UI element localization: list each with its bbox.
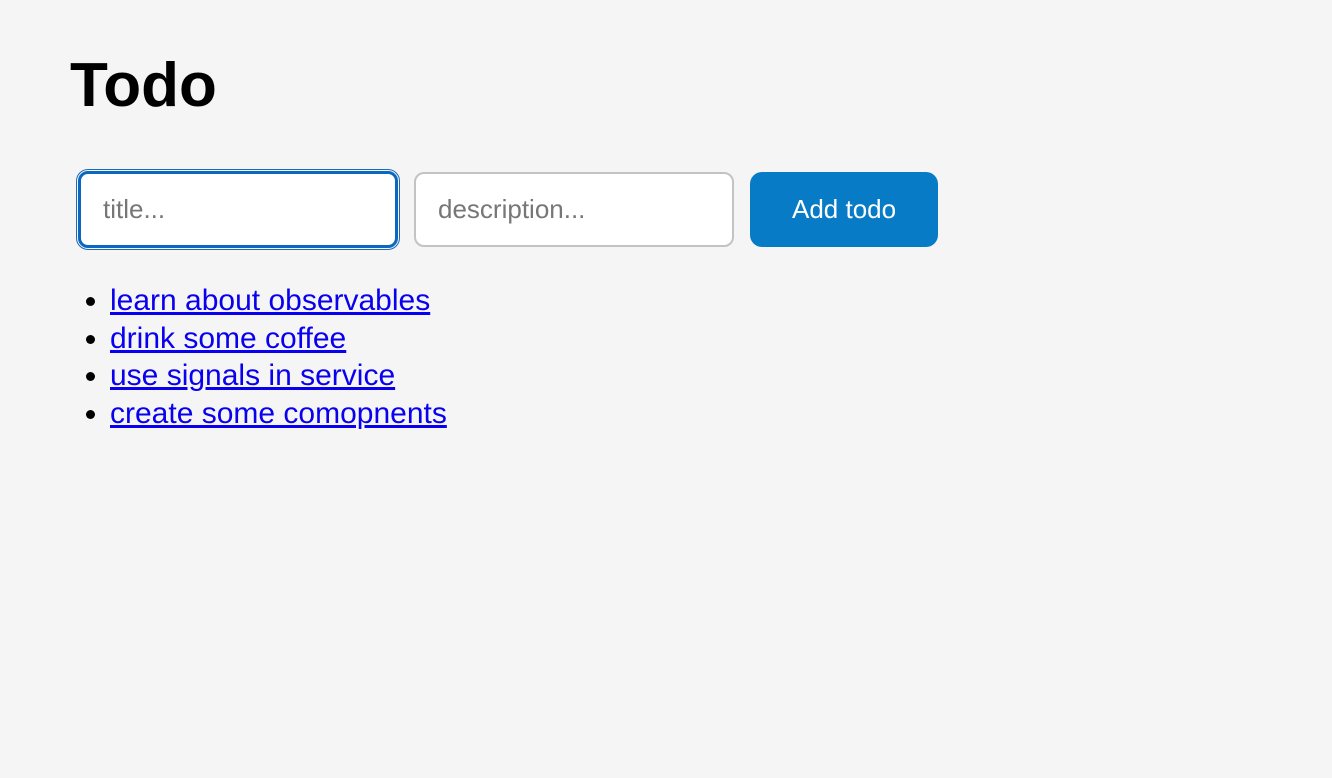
description-input[interactable] (414, 172, 734, 247)
todo-list: learn about observables drink some coffe… (70, 282, 1262, 432)
todo-link[interactable]: drink some coffee (110, 322, 346, 355)
list-item: learn about observables (110, 282, 1262, 320)
list-item: create some comopnents (110, 395, 1262, 433)
todo-link[interactable]: create some comopnents (110, 397, 447, 430)
title-input[interactable] (78, 171, 398, 248)
page-title: Todo (70, 50, 1262, 121)
list-item: drink some coffee (110, 320, 1262, 358)
todo-link[interactable]: use signals in service (110, 359, 395, 392)
add-todo-button[interactable]: Add todo (750, 172, 938, 247)
list-item: use signals in service (110, 357, 1262, 395)
todo-link[interactable]: learn about observables (110, 284, 430, 317)
add-todo-form: Add todo (70, 171, 1262, 248)
